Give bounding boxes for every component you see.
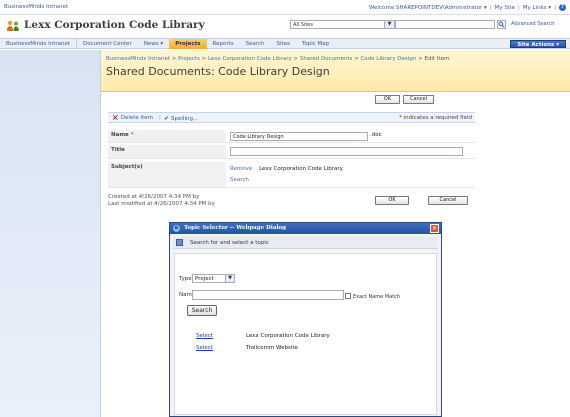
created-text: Created at 4/26/2007 4:34 PM by [108, 194, 200, 200]
top-bar-right: Welcome SHAREPOINTDEV\Administrator ▾ | … [369, 4, 566, 11]
topic-name-input[interactable] [192, 290, 344, 300]
subject-value: Lexx Corporation Code Library [259, 166, 343, 172]
close-icon[interactable]: ✕ [430, 224, 439, 233]
top-bar: BusinessMinds Intranet Welcome SHAREPOIN… [0, 0, 570, 15]
name-row: Name * Code Library Design .doc [108, 130, 475, 143]
name-field[interactable]: Code Library Design [230, 132, 368, 141]
nav-item-topic-map[interactable]: Topic Map [296, 39, 335, 49]
my-site-link[interactable]: My Site [495, 5, 515, 11]
nav-item-projects[interactable]: Projects [169, 38, 207, 49]
topic-search-button[interactable]: Search [187, 305, 217, 316]
search-scope-select[interactable]: All Sites ▼ [290, 20, 395, 29]
result-text: Trollcomm Website [246, 345, 298, 351]
left-navigation-panel [0, 50, 101, 417]
remove-subject-link[interactable]: Remove [230, 166, 252, 172]
advanced-search-link[interactable]: Advanced Search [511, 21, 554, 27]
top-navigation: BusinessMinds Intranet Document Center N… [0, 38, 570, 49]
title-row: Title [108, 145, 475, 159]
breadcrumb-item[interactable]: Code Library Design [360, 56, 416, 62]
subject-search-link[interactable]: Search [230, 177, 343, 183]
result-row: Select Trollcomm Website [196, 345, 298, 351]
page-title-area: BusinessMinds Intranet > Projects > Lexx… [101, 50, 570, 92]
subjects-field: Remove Lexx Corporation Code Library Sea… [230, 166, 343, 183]
breadcrumb-item[interactable]: Projects [178, 56, 200, 62]
dialog-title-bar[interactable]: e Topic Selector -- Webpage Dialog ✕ [170, 223, 441, 234]
dialog-title: Topic Selector -- Webpage Dialog [184, 225, 287, 231]
browser-icon: e [173, 225, 180, 232]
delete-item-label: Delete Item [120, 115, 154, 121]
chevron-down-icon: ▼ [384, 21, 394, 28]
help-icon[interactable]: ? [559, 4, 566, 11]
spelling-button[interactable]: ✔ Spelling... [164, 115, 198, 122]
search-input[interactable] [395, 20, 495, 29]
name-label: Name * [108, 130, 226, 142]
required-field-note: * indicates a required field [399, 115, 472, 121]
topic-selector-dialog: e Topic Selector -- Webpage Dialog ✕ Sea… [169, 222, 442, 417]
breadcrumb-item[interactable]: Lexx Corporation Code Library [208, 56, 292, 62]
dialog-instruction-bar: Search for and select a topic [173, 237, 438, 249]
delete-x-icon: × [112, 113, 119, 122]
welcome-menu[interactable]: Welcome SHAREPOINTDEV\Administrator ▾ [369, 5, 487, 11]
search-scope-value: All Sites [293, 22, 313, 28]
cancel-button-bottom[interactable]: Cancel [428, 196, 468, 205]
title-field[interactable] [230, 147, 463, 156]
dialog-instruction: Search for and select a topic [190, 240, 269, 246]
my-links-menu[interactable]: My Links ▾ [523, 5, 551, 11]
site-title[interactable]: Lexx Corporation Code Library [24, 19, 205, 31]
exact-name-match-label: Exact Name Match [353, 294, 401, 300]
ok-button-bottom[interactable]: OK [375, 196, 409, 205]
select-result-link[interactable]: Select [196, 333, 246, 339]
type-select[interactable]: Project ▼ [192, 274, 235, 283]
file-extension: .doc [370, 132, 382, 138]
spelling-icon: ✔ [164, 115, 170, 122]
nav-item-home[interactable]: BusinessMinds Intranet [0, 38, 78, 49]
modified-text: Last modified at 4/26/2007 4:34 PM by [108, 201, 215, 207]
nav-item-search[interactable]: Search [240, 39, 271, 49]
nav-item-sites[interactable]: Sites [271, 39, 296, 49]
breadcrumb-item[interactable]: BusinessMinds Intranet [106, 56, 170, 62]
chevron-down-icon: ▼ [225, 275, 234, 282]
magnifier-icon [498, 21, 505, 28]
topic-icon [176, 239, 183, 246]
form-toolbar: × Delete Item | ✔ Spelling... * indicate… [108, 112, 475, 123]
created-modified-info: Created at 4/26/2007 4:34 PM by Last mod… [108, 194, 215, 208]
intranet-home-link[interactable]: BusinessMinds Intranet [4, 4, 68, 10]
dialog-body: Type: Project ▼ Name: Exact Name Match S… [174, 253, 437, 415]
nav-item-news[interactable]: News ▾ [138, 39, 169, 49]
site-header: Lexx Corporation Code Library All Sites … [0, 16, 570, 38]
title-label: Title [108, 145, 226, 158]
exact-name-match-checkbox[interactable] [345, 293, 351, 299]
search-go-button[interactable] [497, 20, 506, 29]
page-title: Shared Documents: Code Library Design [106, 65, 330, 78]
ok-button-top[interactable]: OK [375, 95, 400, 104]
breadcrumb-current: Edit Item [424, 56, 450, 62]
subjects-row: Subject(s) Remove Lexx Corporation Code … [108, 162, 475, 188]
result-text: Lexx Corporation Code Library [246, 333, 330, 339]
type-select-value: Project [195, 276, 214, 282]
people-logo-icon [7, 20, 19, 31]
breadcrumb-item[interactable]: Shared Documents [300, 56, 352, 62]
subjects-label: Subject(s) [108, 162, 226, 187]
select-result-link[interactable]: Select [196, 345, 246, 351]
result-row: Select Lexx Corporation Code Library [196, 333, 330, 339]
cancel-button-top[interactable]: Cancel [403, 95, 434, 104]
spelling-label: Spelling... [171, 115, 199, 122]
site-actions-menu[interactable]: Site Actions ▾ [510, 40, 566, 48]
nav-item-document-center[interactable]: Document Center [77, 39, 138, 49]
breadcrumb: BusinessMinds Intranet > Projects > Lexx… [106, 56, 450, 62]
delete-item-button[interactable]: × Delete Item [112, 113, 154, 122]
nav-item-reports[interactable]: Reports [207, 39, 240, 49]
